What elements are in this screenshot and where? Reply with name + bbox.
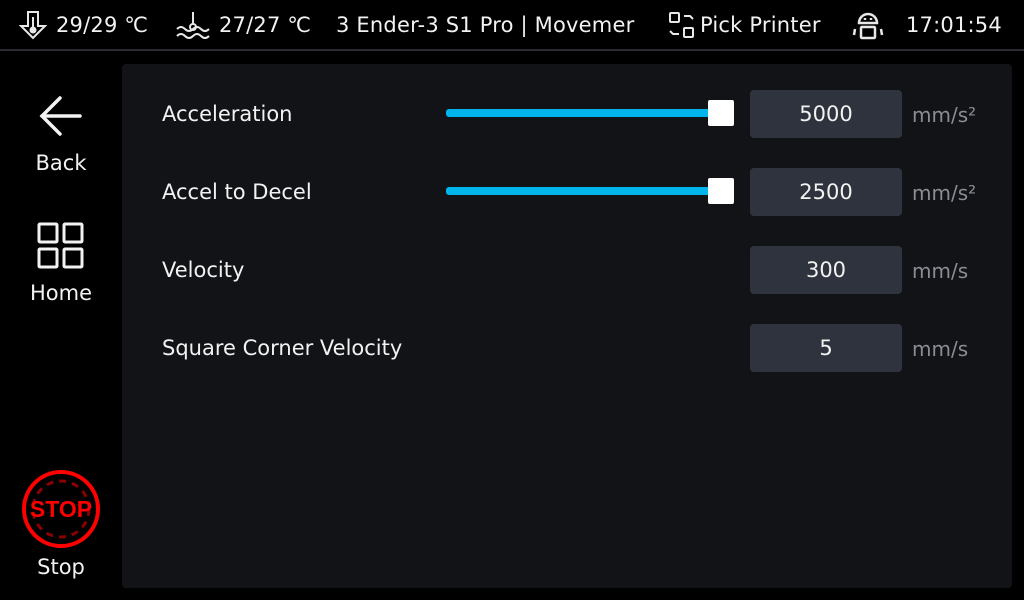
page-title-text: 3 Ender-3 S1 Pro | Movemer xyxy=(336,12,635,37)
setting-row-acceleration: Acceleration 5000 mm/s² xyxy=(122,90,1012,138)
pick-printer-button[interactable]: Pick Printer xyxy=(668,0,821,49)
bed-temp[interactable]: 27/27 ℃ xyxy=(175,0,311,49)
setting-label: Velocity xyxy=(162,258,245,282)
unit-label: mm/s² xyxy=(912,181,977,205)
velocity-value-input[interactable]: 300 xyxy=(750,246,902,294)
arrow-left-icon xyxy=(36,91,86,145)
clock-text: 17:01:54 xyxy=(906,12,1002,37)
extruder-temp-text: 29/29 ℃ xyxy=(56,12,149,37)
extruder-temp[interactable]: 29/29 ℃ xyxy=(18,0,148,49)
robot-button[interactable] xyxy=(851,0,885,49)
setting-row-velocity: Velocity 300 mm/s xyxy=(122,246,1012,294)
slider-track xyxy=(446,109,712,117)
acceleration-slider[interactable] xyxy=(446,90,734,138)
extruder-thermometer-icon xyxy=(18,9,48,41)
stop-icon: STOP xyxy=(21,469,101,553)
robot-icon xyxy=(851,8,885,42)
clock: 17:01:54 xyxy=(906,0,1002,49)
heated-bed-icon xyxy=(175,9,211,41)
bed-temp-text: 27/27 ℃ xyxy=(219,12,312,37)
unit-label: mm/s² xyxy=(912,103,977,127)
setting-label: Accel to Decel xyxy=(162,180,312,204)
unit-label: mm/s xyxy=(912,259,969,283)
unit-label: mm/s xyxy=(912,337,969,361)
slider-thumb[interactable] xyxy=(708,100,734,126)
page-title: 3 Ender-3 S1 Pro | Movemer xyxy=(336,0,658,49)
movement-settings-panel: Acceleration 5000 mm/s² Accel to Decel 2… xyxy=(122,64,1012,588)
sidebar: Back Home STOP Stop xyxy=(0,51,122,600)
square-corner-velocity-value-input[interactable]: 5 xyxy=(750,324,902,372)
setting-label: Acceleration xyxy=(162,102,293,126)
setting-label: Square Corner Velocity xyxy=(162,336,403,360)
back-button[interactable]: Back xyxy=(0,91,122,175)
pick-printer-label: Pick Printer xyxy=(700,12,821,37)
setting-row-square-corner-velocity: Square Corner Velocity 5 mm/s xyxy=(122,324,1012,372)
swap-printer-icon xyxy=(668,10,696,40)
home-label: Home xyxy=(29,281,92,305)
slider-thumb[interactable] xyxy=(708,178,734,204)
stop-label: Stop xyxy=(37,555,85,579)
back-label: Back xyxy=(35,151,87,175)
setting-row-accel-to-decel: Accel to Decel 2500 mm/s² xyxy=(122,168,1012,216)
stop-icon-text: STOP xyxy=(30,496,92,522)
grid-home-icon xyxy=(36,221,86,275)
home-button[interactable]: Home xyxy=(0,221,122,305)
accel-to-decel-value-input[interactable]: 2500 xyxy=(750,168,902,216)
slider-track xyxy=(446,187,712,195)
status-bar: 29/29 ℃ 27/27 ℃ 3 Ender-3 S1 Pro | Movem… xyxy=(0,0,1024,51)
emergency-stop-button[interactable]: STOP Stop xyxy=(0,469,122,579)
acceleration-value-input[interactable]: 5000 xyxy=(750,90,902,138)
accel-to-decel-slider[interactable] xyxy=(446,168,734,216)
